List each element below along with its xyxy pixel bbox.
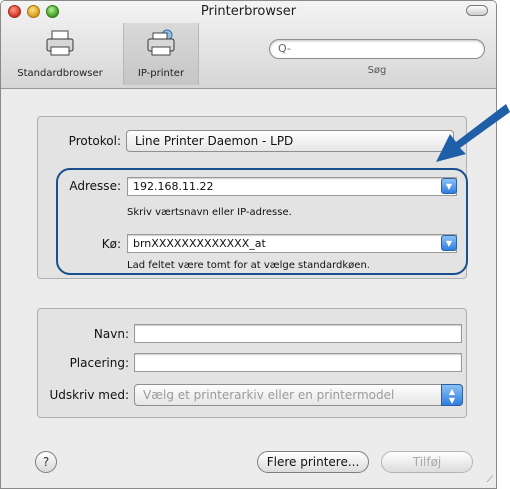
search-label: Søg (367, 65, 387, 76)
toolbar-toggle-button[interactable] (466, 5, 488, 16)
address-label: Adresse: (69, 179, 121, 193)
tab-ip-printer-label: IP-printer (137, 68, 185, 79)
protocol-label: Protokol: (68, 134, 121, 148)
location-field[interactable] (134, 353, 462, 372)
queue-field[interactable]: brnXXXXXXXXXXXXX_at (127, 234, 457, 253)
address-dropdown-button[interactable]: ▼ (441, 178, 457, 194)
updown-arrows-icon: ▲ ▼ (441, 384, 463, 406)
print-with-label: Udskriv med: (49, 388, 129, 402)
printer-icon (46, 30, 74, 56)
queue-label: Kø: (101, 237, 121, 251)
tab-standard-browser-label: Standardbrowser (17, 68, 103, 79)
resize-grip-icon[interactable]: ⟋ (487, 475, 493, 485)
network-printer-icon (147, 29, 175, 56)
protocol-popup[interactable]: Line Printer Daemon - LPD (126, 130, 454, 152)
address-value: 192.168.11.22 (133, 180, 214, 193)
name-field[interactable] (134, 324, 462, 343)
location-label: Placering: (69, 356, 129, 370)
tab-standard-browser[interactable]: Standardbrowser (1, 23, 119, 85)
search-input[interactable]: Q- (269, 39, 485, 59)
help-button[interactable]: ? (35, 451, 57, 473)
address-hint: Skriv værtsnavn eller IP-adresse. (127, 207, 292, 218)
printer-browser-window: Printerbrowser Standardbrowser IP-printe… (0, 0, 497, 489)
print-with-popup[interactable]: Vælg et printerarkiv eller en printermod… (134, 384, 463, 406)
name-label: Navn: (93, 327, 129, 341)
title-toolbar: Printerbrowser Standardbrowser IP-printe… (1, 1, 496, 89)
protocol-value: Line Printer Daemon - LPD (135, 134, 294, 148)
queue-dropdown-button[interactable]: ▼ (441, 235, 457, 251)
add-button[interactable]: Tilføj (381, 451, 473, 473)
print-with-value: Vælg et printerarkiv eller en printermod… (143, 388, 395, 402)
address-field[interactable]: 192.168.11.22 (127, 177, 457, 196)
queue-hint: Lad feltet være tomt for at vælge standa… (127, 260, 370, 271)
queue-value: brnXXXXXXXXXXXXX_at (133, 237, 266, 250)
search-icon: Q- (278, 42, 291, 55)
window-title: Printerbrowser (200, 4, 297, 19)
tab-ip-printer[interactable]: IP-printer (123, 23, 199, 85)
callout-arrow-icon (436, 104, 510, 162)
more-printers-button[interactable]: Flere printere... (257, 451, 369, 473)
